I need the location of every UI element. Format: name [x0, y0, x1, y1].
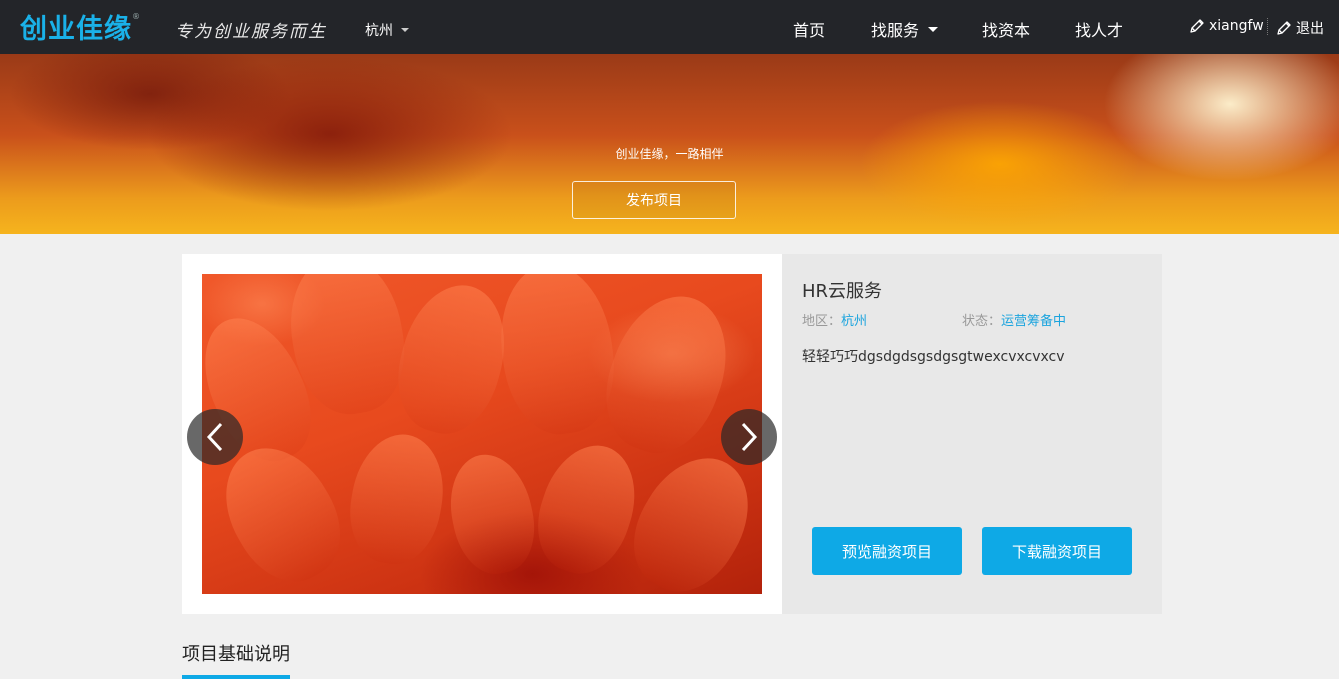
nav-capital[interactable]: 找资本 — [982, 17, 1030, 41]
chevron-right-icon — [741, 422, 758, 452]
user-divider — [1267, 18, 1268, 35]
preview-financing-button[interactable]: 预览融资项目 — [812, 527, 962, 575]
logo-registered-mark: ® — [132, 12, 140, 21]
chevron-down-icon — [401, 28, 409, 32]
section-title[interactable]: 项目基础说明 — [182, 640, 290, 666]
region-label: 地区： — [802, 314, 842, 329]
city-label: 杭州 — [365, 23, 393, 39]
chevron-down-icon — [928, 26, 939, 32]
nav-services[interactable]: 找服务 — [871, 17, 939, 41]
region-value: 杭州 — [841, 314, 868, 329]
chevron-left-icon — [206, 422, 223, 452]
top-navbar: 创业佳缘 ® 专为创业服务而生 杭州 首页 找服务 找资本 找人才 xiangf… — [0, 0, 1339, 54]
download-financing-button[interactable]: 下载融资项目 — [982, 527, 1132, 575]
carousel-prev-button[interactable] — [187, 409, 243, 465]
city-selector[interactable]: 杭州 — [365, 20, 409, 40]
logout-link[interactable]: 退出 — [1276, 18, 1324, 38]
logo-text: 创业佳缘 — [20, 13, 132, 45]
nav-services-label: 找服务 — [871, 21, 920, 40]
project-image — [202, 274, 762, 594]
publish-project-button[interactable]: 发布项目 — [572, 181, 736, 219]
project-region: 地区：杭州 — [802, 310, 867, 329]
status-label: 状态： — [962, 314, 1002, 329]
pencil-icon — [1277, 21, 1291, 35]
carousel-next-button[interactable] — [721, 409, 777, 465]
project-status: 状态：运营筹备中 — [962, 310, 1066, 329]
banner-subtitle: 创业佳缘，一路相伴 — [615, 147, 724, 161]
project-title: HR云服务 — [802, 281, 883, 302]
nav-home[interactable]: 首页 — [793, 17, 825, 41]
section-tab-underline — [182, 675, 290, 679]
nav-talent[interactable]: 找人才 — [1075, 17, 1123, 41]
username: xiangfw — [1209, 18, 1264, 34]
logo[interactable]: 创业佳缘 ® — [20, 10, 140, 45]
hero-banner: 创业佳缘，一路相伴 发布项目 — [0, 54, 1339, 234]
pencil-icon — [1190, 19, 1204, 33]
project-description: 轻轻巧巧dgsdgdsgsdgsgtwexcvxcvxcv — [802, 349, 1065, 365]
logout-label: 退出 — [1296, 21, 1324, 37]
user-profile-link[interactable]: xiangfw — [1189, 18, 1264, 34]
slogan: 专为创业服务而生 — [175, 22, 327, 42]
status-value: 运营筹备中 — [1001, 314, 1067, 329]
